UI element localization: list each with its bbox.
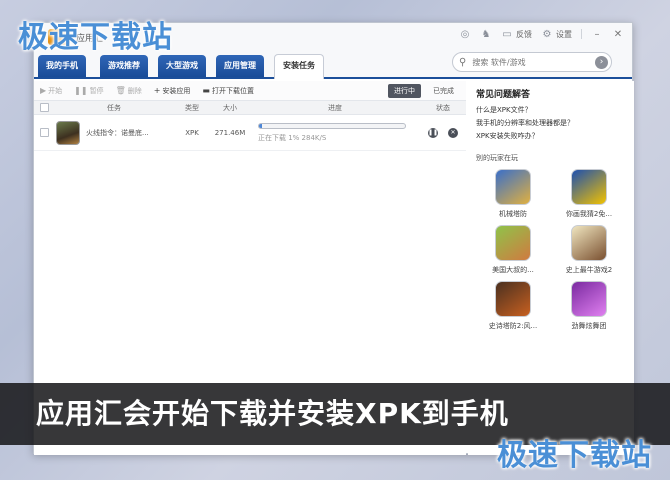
tab-my-phone[interactable]: 我的手机	[38, 55, 86, 77]
app-icon	[495, 281, 531, 317]
app-icon	[571, 281, 607, 317]
settings-button[interactable]: ⚙ 设置	[541, 28, 572, 40]
tab-app-management[interactable]: 应用管理	[216, 55, 264, 77]
search-input[interactable]	[472, 57, 583, 67]
delete-button[interactable]: 🗑 删除	[116, 86, 142, 96]
app-label: 你画我猜2免...	[565, 210, 613, 218]
app-icon	[495, 169, 531, 205]
start-button[interactable]: ▶ 开始	[40, 86, 62, 96]
players-title: 别的玩家在玩	[476, 154, 518, 162]
header-progress: 进度	[328, 103, 342, 112]
pause-button[interactable]: ❚❚ 暂停	[74, 86, 103, 96]
open-location-button[interactable]: ▬ 打开下载位置	[202, 86, 254, 96]
task-filter: 进行中 已完成	[388, 84, 460, 98]
chat-icon: ▭	[502, 28, 512, 40]
plus-icon: +	[153, 86, 161, 95]
filter-in-progress[interactable]: 进行中	[388, 84, 421, 98]
faq-link[interactable]: 什么是XPK文件？	[476, 104, 626, 117]
tab-game-recommend[interactable]: 游戏推荐	[100, 55, 148, 77]
title-bar-actions: ◎ ♞ ▭ 反馈 ⚙ 设置 – ✕	[459, 28, 624, 40]
header-task: 任务	[107, 103, 121, 112]
watermark-bottom-right: 极速下载站	[497, 438, 652, 473]
app-icon	[571, 169, 607, 205]
task-name: 火线指令：诺曼底...	[86, 128, 149, 137]
feedback-label: 反馈	[516, 29, 532, 39]
app-icon	[571, 225, 607, 261]
app-tile[interactable]: 史诗塔防2:风...	[480, 281, 546, 331]
gear-icon: ⚙	[542, 28, 552, 40]
tab-large-games[interactable]: 大型游戏	[158, 55, 206, 77]
faq-link[interactable]: 我手机的分辨率和处理器都是？	[476, 117, 626, 130]
select-all-checkbox[interactable]	[39, 103, 49, 112]
folder-icon: ▬	[202, 86, 210, 95]
app-tile[interactable]: 史上最牛游戏2	[556, 225, 622, 275]
app-tile[interactable]: 你画我猜2免...	[556, 169, 622, 219]
app-tile[interactable]: 机械塔防	[480, 169, 546, 219]
progress-fill	[259, 123, 262, 128]
play-icon: ▶	[40, 86, 47, 95]
app-tile[interactable]: 美国大叔的...	[480, 225, 546, 275]
app-label: 劲舞炫舞团	[571, 322, 607, 330]
close-button[interactable]: ✕	[612, 29, 624, 40]
progress-bar	[258, 122, 406, 129]
install-button[interactable]: + 安装应用	[154, 86, 191, 96]
pause-task-icon[interactable]: ❚❚	[428, 127, 438, 138]
delete-label: 删除	[127, 86, 142, 95]
open-location-label: 打开下载位置	[211, 86, 254, 95]
task-type: XPK	[185, 128, 199, 137]
tab-install-tasks[interactable]: 安装任务	[274, 54, 324, 79]
task-size: 271.46M	[214, 128, 246, 137]
header-status: 状态	[436, 103, 450, 112]
minimize-button[interactable]: –	[591, 29, 603, 40]
app-label: 机械塔防	[499, 210, 527, 218]
watermark-top-left: 极速下载站	[18, 20, 173, 55]
qq-icon[interactable]: ♞	[480, 28, 492, 40]
search-go-icon[interactable]: ›	[595, 56, 608, 69]
table-header: 任务 类型 大小 进度 状态	[34, 101, 466, 115]
filter-completed[interactable]: 已完成	[427, 84, 460, 98]
app-icon	[495, 225, 531, 261]
table-row[interactable]: 火线指令：诺曼底... XPK 271.46M 正在下载 1% 284K/S ❚…	[34, 115, 466, 151]
faq-title: 常见问题解答	[476, 90, 531, 100]
faq-link[interactable]: XPK安装失败咋办？	[476, 130, 626, 143]
install-label: 安装应用	[162, 86, 191, 95]
recommended-apps-grid: 机械塔防 你画我猜2免... 美国大叔的... 史上最牛游戏2 史诗塔防2:风.…	[476, 169, 626, 331]
search-box[interactable]: ⚲ ›	[452, 52, 612, 72]
header-type: 类型	[185, 103, 199, 112]
divider	[581, 29, 582, 39]
trash-icon: 🗑	[115, 86, 126, 95]
pause-label: 暂停	[89, 86, 104, 95]
app-label: 史上最牛游戏2	[565, 266, 613, 274]
weibo-icon[interactable]: ◎	[459, 28, 471, 40]
app-label: 美国大叔的...	[492, 266, 534, 274]
app-label: 史诗塔防2:风...	[488, 322, 538, 330]
pause-icon: ❚❚	[74, 86, 88, 95]
app-tile[interactable]: 劲舞炫舞团	[556, 281, 622, 331]
task-toolbar: ▶ 开始 ❚❚ 暂停 🗑 删除 + 安装应用 ▬ 打开下载位置 进行中 已完成	[34, 81, 466, 101]
settings-label: 设置	[556, 29, 572, 39]
header-size: 大小	[223, 103, 237, 112]
feedback-button[interactable]: ▭ 反馈	[501, 28, 532, 40]
start-label: 开始	[48, 86, 63, 95]
progress-text: 正在下载 1% 284K/S	[258, 133, 327, 142]
row-checkbox[interactable]	[39, 128, 49, 137]
cancel-task-icon[interactable]: ✕	[448, 127, 458, 138]
search-icon: ⚲	[459, 56, 467, 68]
game-thumbnail	[56, 120, 80, 145]
